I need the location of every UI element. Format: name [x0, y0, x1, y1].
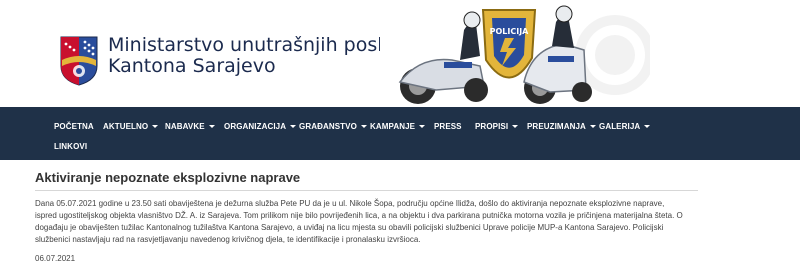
article-body-line: Dana 05.07.2021 godine u 23.50 sati obav…: [35, 199, 665, 208]
nav-item-nabavke[interactable]: NABAVKE: [165, 122, 215, 131]
nav-item-label: GALERIJA: [599, 122, 641, 131]
chevron-down-icon: [208, 125, 215, 129]
nav-item-label: AKTUELNO: [103, 122, 149, 131]
article-title: Aktiviranje nepoznate eksplozivne naprav…: [35, 170, 301, 185]
article-body-line: službenici nastavljaju rad na rasvjetlja…: [35, 235, 421, 244]
nav-item-label: PROPISI: [475, 122, 509, 131]
site-title[interactable]: Ministarstvo unutrašnjih poslova Kantona…: [108, 35, 417, 77]
coat-of-arms-icon[interactable]: [60, 36, 98, 86]
badge-text: POLICIJA: [490, 27, 530, 36]
nav-item-label: GRAĐANSTVO: [299, 122, 357, 131]
nav-item-pocetna[interactable]: POČETNA: [54, 122, 94, 131]
nav-item-label: ORGANIZACIJA: [224, 122, 287, 131]
nav-item-label: POČETNA: [54, 122, 94, 131]
chevron-down-icon: [152, 125, 159, 129]
nav-item-galerija[interactable]: GALERIJA: [599, 122, 651, 131]
chevron-down-icon: [512, 125, 519, 129]
nav-item-linkovi[interactable]: LINKOVI: [54, 142, 87, 151]
nav-item-label: PREUZIMANJA: [527, 122, 586, 131]
nav-item-label: KAMPANJE: [370, 122, 416, 131]
chevron-down-icon: [290, 125, 297, 129]
title-divider: [35, 190, 698, 191]
nav-item-preuzimanja[interactable]: PREUZIMANJA: [527, 122, 596, 131]
main-nav: POČETNA AKTUELNO NABAVKE ORGANIZACIJA GR…: [0, 107, 800, 160]
nav-item-label: PRESS: [434, 122, 462, 131]
article-body: Dana 05.07.2021 godine u 23.50 sati obav…: [35, 198, 775, 246]
nav-item-propisi[interactable]: PROPISI: [475, 122, 519, 131]
nav-item-kampanje[interactable]: KAMPANJE: [370, 122, 426, 131]
site-title-line-1: Ministarstvo unutrašnjih poslova: [108, 34, 418, 56]
nav-item-gradanstvo[interactable]: GRAĐANSTVO: [299, 122, 367, 131]
nav-item-press[interactable]: PRESS: [434, 122, 462, 131]
chevron-down-icon: [419, 125, 426, 129]
chevron-down-icon: [589, 125, 596, 129]
nav-item-organizacija[interactable]: ORGANIZACIJA: [224, 122, 297, 131]
article-date: 06.07.2021: [35, 254, 76, 263]
article-body-line: događaju je obaviješten tužilac Kantonal…: [35, 223, 664, 232]
chevron-down-icon: [360, 125, 367, 129]
site-header: Ministarstvo unutrašnjih poslova Kantona…: [0, 0, 800, 107]
police-motorcycles-banner: POLICIJA: [380, 0, 650, 107]
nav-item-label: LINKOVI: [54, 142, 88, 151]
chevron-down-icon: [644, 125, 651, 129]
nav-item-aktuelno[interactable]: AKTUELNO: [103, 122, 159, 131]
article-body-line: ispred ugostiteljskog objekta vlasništvo…: [35, 211, 683, 220]
nav-item-label: NABAVKE: [165, 122, 205, 131]
site-title-line-2: Kantona Sarajevo: [108, 55, 276, 77]
